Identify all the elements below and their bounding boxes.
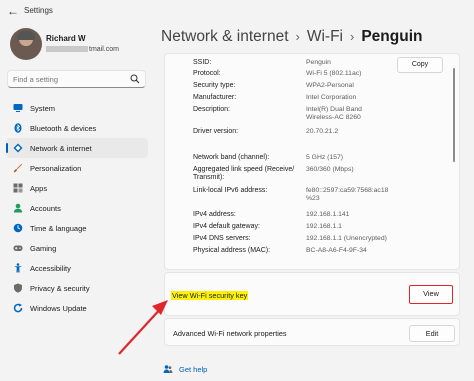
- sidebar-item-label: System: [30, 104, 56, 113]
- property-value: 5 GHz (157): [306, 154, 344, 161]
- property-value: 192.168.1.1: [306, 223, 342, 230]
- property-label: Security type:: [193, 82, 236, 89]
- property-value: Wi-Fi 5 (802.11ac): [306, 70, 362, 77]
- sidebar-item-label: Gaming: [30, 244, 57, 253]
- avatar: [10, 28, 42, 60]
- brush-icon: [13, 163, 23, 173]
- advanced-properties-label: Advanced Wi-Fi network properties: [173, 329, 287, 338]
- copy-button[interactable]: Copy: [397, 57, 443, 73]
- property-value: Intel Corporation: [306, 94, 357, 101]
- property-label: Protocol:: [193, 70, 221, 77]
- security-key-card: View Wi-Fi security key View: [164, 272, 460, 316]
- sidebar-item-label: Apps: [30, 184, 48, 193]
- shield-icon: [14, 283, 22, 293]
- page-title: Penguin: [361, 28, 423, 45]
- sidebar-item-accounts[interactable]: Accounts: [6, 198, 148, 218]
- search-icon[interactable]: [130, 74, 140, 84]
- monitor-icon: [13, 104, 23, 112]
- property-value: 360/360 (Mbps): [306, 166, 354, 173]
- sidebar-nav: System Bluetooth & devices Network & int…: [6, 98, 148, 318]
- property-value: 20.70.21.2: [306, 128, 339, 135]
- sidebar-item-label: Windows Update: [30, 304, 87, 313]
- scrollbar[interactable]: [453, 68, 455, 162]
- sidebar-item-bluetooth[interactable]: Bluetooth & devices: [6, 118, 148, 138]
- globe-clock-icon: [13, 223, 23, 233]
- property-label: Link-local IPv6 address:: [193, 187, 268, 194]
- property-label: SSID:: [193, 59, 212, 66]
- property-value: 192.168.1.1 (Unencrypted): [306, 235, 387, 242]
- redacted-email-block: [46, 46, 88, 53]
- sidebar-item-accessibility[interactable]: Accessibility: [6, 258, 148, 278]
- accessibility-icon: [14, 263, 22, 273]
- sidebar-item-label: Accessibility: [30, 264, 71, 273]
- properties-panel: SSID: Penguin Copy Protocol: Wi-Fi 5 (80…: [164, 53, 460, 270]
- sidebar-item-privacy[interactable]: Privacy & security: [6, 278, 148, 298]
- property-value: Intel(R) Dual Band Wireless-AC 8260: [306, 106, 362, 121]
- property-label: Aggregated link speed (Receive/ Transmit…: [193, 166, 295, 181]
- property-label: Description:: [193, 106, 230, 113]
- sidebar-item-label: Time & language: [30, 224, 87, 233]
- property-label: Network band (channel):: [193, 154, 270, 161]
- user-email-suffix: tmail.com: [89, 46, 119, 53]
- property-label: IPv4 address:: [193, 211, 236, 218]
- sidebar-item-system[interactable]: System: [6, 98, 148, 118]
- property-label: Driver version:: [193, 128, 239, 135]
- user-profile[interactable]: Richard W tmail.com: [10, 28, 160, 62]
- window-title: Settings: [24, 6, 53, 15]
- property-value: 192.168.1.141: [306, 211, 350, 218]
- sidebar-item-label: Bluetooth & devices: [30, 124, 97, 133]
- get-help-label: Get help: [179, 365, 208, 374]
- property-value: WPA2-Personal: [306, 82, 354, 89]
- sidebar-item-label: Privacy & security: [30, 284, 90, 293]
- person-icon: [13, 203, 23, 213]
- search-box[interactable]: [7, 70, 146, 88]
- breadcrumb-network[interactable]: Network & internet: [161, 28, 289, 45]
- back-arrow-icon[interactable]: ←: [7, 4, 19, 18]
- chevron-right-icon: ›: [350, 29, 355, 44]
- breadcrumb-wifi[interactable]: Wi-Fi: [307, 28, 343, 45]
- wifi-diamond-icon: [13, 143, 23, 153]
- gamepad-icon: [13, 245, 23, 251]
- property-value: fe80::2597:ca59:7568:ac18 %23: [306, 187, 389, 202]
- sidebar-item-gaming[interactable]: Gaming: [6, 238, 148, 258]
- bluetooth-icon: [14, 123, 22, 133]
- property-label: Physical address (MAC):: [193, 247, 271, 254]
- security-key-label: View Wi-Fi security key: [171, 291, 249, 300]
- breadcrumb: Network & internet › Wi-Fi › Penguin: [161, 28, 422, 46]
- update-icon: [13, 303, 23, 313]
- sidebar-item-time-language[interactable]: Time & language: [6, 218, 148, 238]
- view-security-key-button[interactable]: View: [409, 285, 453, 304]
- property-value: BC-A8-A6-F4-9F-34: [306, 247, 367, 254]
- property-label: IPv4 default gateway:: [193, 223, 260, 230]
- advanced-properties-card[interactable]: Advanced Wi-Fi network properties Edit: [164, 318, 460, 346]
- apps-icon: [13, 183, 23, 193]
- sidebar-item-label: Network & internet: [30, 144, 92, 153]
- user-name: Richard W: [46, 34, 86, 43]
- property-label: Manufacturer:: [193, 94, 237, 101]
- search-input[interactable]: [13, 73, 125, 85]
- edit-button[interactable]: Edit: [409, 325, 455, 342]
- help-people-icon: [163, 365, 173, 373]
- sidebar-item-network[interactable]: Network & internet: [6, 138, 148, 158]
- sidebar-item-label: Accounts: [30, 204, 61, 213]
- sidebar-item-label: Personalization: [30, 164, 82, 173]
- sidebar-item-personalization[interactable]: Personalization: [6, 158, 148, 178]
- property-label: IPv4 DNS servers:: [193, 235, 251, 242]
- sidebar-item-windows-update[interactable]: Windows Update: [6, 298, 148, 318]
- active-indicator: [6, 143, 8, 153]
- property-value: Penguin: [306, 59, 331, 66]
- sidebar-item-apps[interactable]: Apps: [6, 178, 148, 198]
- chevron-right-icon: ›: [295, 29, 300, 44]
- title-bar: ← Settings: [0, 0, 474, 24]
- user-email: tmail.com: [46, 46, 119, 53]
